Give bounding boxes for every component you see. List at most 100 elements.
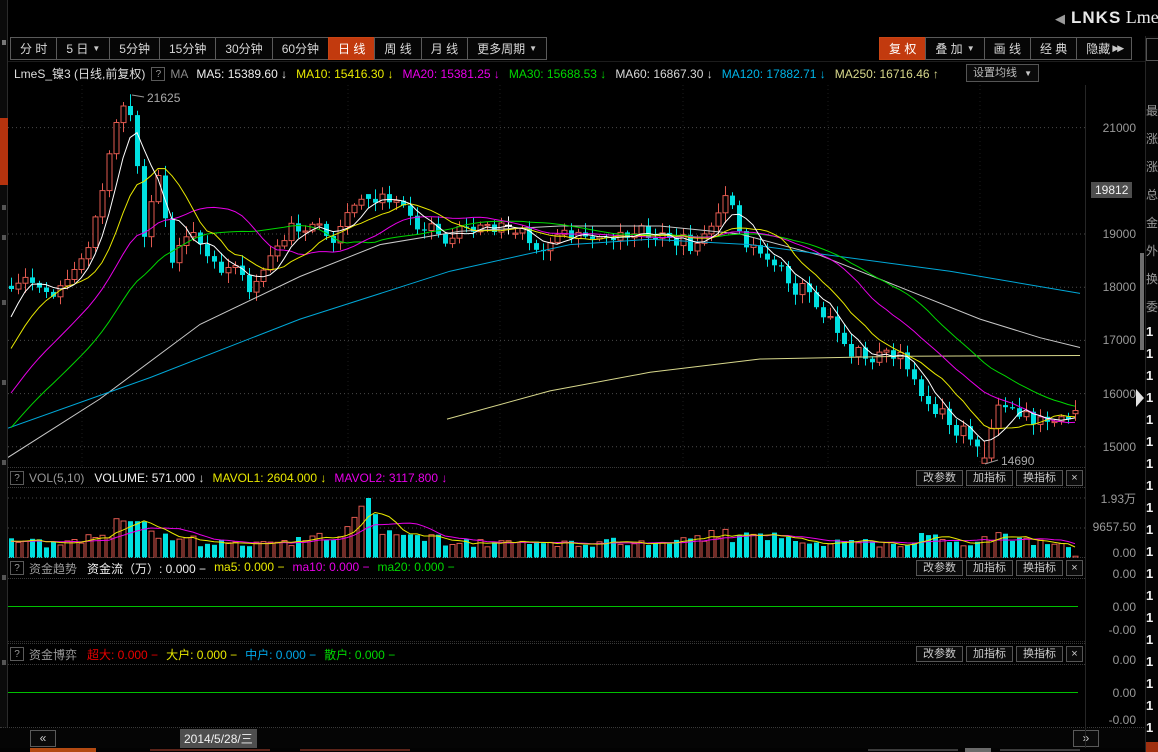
help-icon[interactable]: ? (151, 67, 165, 81)
period-button-4[interactable]: 15分钟 (159, 37, 216, 60)
period-button-10[interactable]: 更多周期▼ (467, 37, 547, 60)
vol-panel-header: ? VOL(5,10) VOLUME: 571.000 ↓ MAVOL1: 26… (8, 467, 1085, 488)
period-button-7[interactable]: 日 线 (328, 37, 375, 60)
tool-button-4[interactable]: 经 典 (1030, 37, 1077, 60)
volume-value: VOLUME: 571.000 ↓ (94, 471, 204, 485)
period-button-group: 分 时5 日▼5分钟15分钟30分钟60分钟日 线周 线月 线更多周期▼ (10, 37, 546, 60)
main-chart-canvas[interactable]: 2162514690 (8, 85, 1085, 467)
quote-digit-fragment: 1 (1146, 453, 1158, 475)
quote-digit-fragment: 1 (1146, 431, 1158, 453)
indicator-series-value: ma20: 0.000 − (378, 560, 455, 577)
left-sidebar-strip[interactable] (0, 0, 8, 752)
add-indicator-button[interactable]: 加指标 (966, 646, 1013, 662)
add-indicator-button[interactable]: 加指标 (966, 560, 1013, 576)
ma-legend: MA5: 15389.60 ↓MA10: 15416.30 ↓MA20: 153… (196, 67, 948, 81)
fund-trend-panel-header: ? 资金趋势 资金流（万）: 0.000 −ma5: 0.000 −ma10: … (8, 558, 1085, 578)
vol-indicator-name: VOL(5,10) (29, 471, 84, 485)
quote-digit-fragment: 1 (1146, 497, 1158, 519)
period-button-1[interactable]: 分 时 (10, 37, 57, 60)
fund-game-tick-label: 0.00 (1086, 686, 1136, 700)
scroll-right-button[interactable]: » (1073, 730, 1099, 747)
tool-button-5[interactable]: 隐藏▶▶ (1076, 37, 1132, 60)
chevron-down-icon: ▼ (529, 44, 537, 53)
chevron-down-icon: ▼ (92, 44, 100, 53)
ma-group-label: MA (170, 67, 188, 81)
period-button-9[interactable]: 月 线 (421, 37, 468, 60)
ma-legend-item-ma120: MA120: 17882.71 ↓ (722, 67, 826, 81)
quote-digit-fragment: 1 (1146, 475, 1158, 497)
volume-chart-canvas[interactable] (8, 488, 1085, 558)
quote-digit-fragment: 1 (1146, 607, 1158, 629)
period-toolbar: 分 时5 日▼5分钟15分钟30分钟60分钟日 线周 线月 线更多周期▼ 复 权… (8, 36, 1145, 62)
fund-trend-line (8, 606, 1078, 607)
change-params-button[interactable]: 改参数 (916, 560, 963, 576)
fund-trend-tick-label: -0.00 (1086, 623, 1136, 637)
title-bar: ◀LNKS Lme (8, 0, 1158, 36)
tool-button-2[interactable]: 叠 加▼ (925, 37, 984, 60)
right-panel-scrollbar[interactable] (1140, 253, 1144, 350)
bottom-taskbar-fragment (0, 748, 1158, 752)
help-icon[interactable]: ? (10, 471, 24, 485)
quote-digit-fragment: 1 (1146, 563, 1158, 585)
legend-row: LmeS_镍3 (日线,前复权) ? MA MA5: 15389.60 ↓MA1… (8, 62, 1085, 85)
ma-legend-item-ma10: MA10: 15416.30 ↓ (296, 67, 393, 81)
app-window: ◀LNKS Lme 分 时5 日▼5分钟15分钟30分钟60分钟日 线周 线月 … (0, 0, 1158, 752)
ma-legend-item-ma5: MA5: 15389.60 ↓ (196, 67, 287, 81)
help-icon[interactable]: ? (10, 561, 24, 575)
crosshair-price-label: 19812 (1091, 182, 1132, 198)
switch-indicator-button[interactable]: 换指标 (1016, 646, 1063, 662)
indicator-series-value: ma5: 0.000 − (214, 560, 284, 577)
time-axis: « 050708091011 2014/5/28/三 » (0, 728, 1158, 748)
change-params-button[interactable]: 改参数 (916, 646, 963, 662)
switch-indicator-button[interactable]: 换指标 (1016, 560, 1063, 576)
price-tick-label: 17000 (1086, 333, 1136, 347)
period-button-3[interactable]: 5分钟 (109, 37, 160, 60)
fund-trend-tick-label: 0.00 (1086, 567, 1136, 581)
period-button-5[interactable]: 30分钟 (215, 37, 272, 60)
quote-digit-fragment: 1 (1146, 321, 1158, 343)
price-tick-label: 18000 (1086, 280, 1136, 294)
quote-row-fragment: 金 (1146, 209, 1158, 237)
left-sidebar-active-item[interactable] (0, 118, 8, 185)
price-tick-label: 15000 (1086, 440, 1136, 454)
period-button-8[interactable]: 周 线 (374, 37, 421, 60)
quote-digit-fragment: 1 (1146, 695, 1158, 717)
add-indicator-button[interactable]: 加指标 (966, 470, 1013, 486)
quote-row-fragment: 换 (1146, 265, 1158, 293)
fund-game-indicator-name: 资金博弈 (29, 646, 77, 663)
ma-settings-button[interactable]: 设置均线 ▼ (966, 64, 1039, 82)
volume-tick-label: 9657.50 (1086, 520, 1136, 534)
ma-legend-item-ma60: MA60: 16867.30 ↓ (615, 67, 712, 81)
indicator-series-value: 散户: 0.000 − (324, 646, 395, 663)
right-quote-panel-clipped[interactable]: 最涨涨总金外换委11111111111111111111 (1146, 36, 1158, 748)
hover-date-label: 2014/5/28/三 (180, 729, 257, 748)
period-button-2[interactable]: 5 日▼ (56, 37, 110, 60)
close-button[interactable]: × (1066, 646, 1083, 662)
change-params-button[interactable]: 改参数 (916, 470, 963, 486)
help-icon[interactable]: ? (10, 647, 24, 661)
close-button[interactable]: × (1066, 470, 1083, 486)
quote-digit-fragment: 1 (1146, 585, 1158, 607)
switch-indicator-button[interactable]: 换指标 (1016, 470, 1063, 486)
indicator-series-value: ma10: 0.000 − (292, 560, 369, 577)
price-tick-label: 21000 (1086, 121, 1136, 135)
quote-row-fragment: 委 (1146, 293, 1158, 321)
quote-digit-fragment: 1 (1146, 629, 1158, 651)
mavol2-value: MAVOL2: 3117.800 ↓ (334, 471, 447, 485)
svg-text:21625: 21625 (147, 91, 181, 105)
quote-row-fragment: 涨 (1146, 153, 1158, 181)
quote-digit-fragment: 1 (1146, 387, 1158, 409)
close-button[interactable]: × (1066, 560, 1083, 576)
quote-row-fragment: 最 (1146, 97, 1158, 125)
back-icon[interactable]: ◀ (1055, 11, 1065, 26)
fund-trend-indicator-name: 资金趋势 (29, 560, 77, 577)
right-panel-expand-handle-icon[interactable] (1136, 389, 1144, 407)
period-button-6[interactable]: 60分钟 (272, 37, 329, 60)
tool-button-1[interactable]: 复 权 (879, 37, 926, 60)
tool-button-3[interactable]: 画 线 (984, 37, 1031, 60)
window-title: LNKS (1071, 8, 1121, 27)
indicator-series-value: 超大: 0.000 − (87, 646, 158, 663)
quote-row-fragment: 涨 (1146, 125, 1158, 153)
scroll-left-button[interactable]: « (30, 730, 56, 747)
volume-tick-label: 0.00 (1086, 546, 1136, 560)
